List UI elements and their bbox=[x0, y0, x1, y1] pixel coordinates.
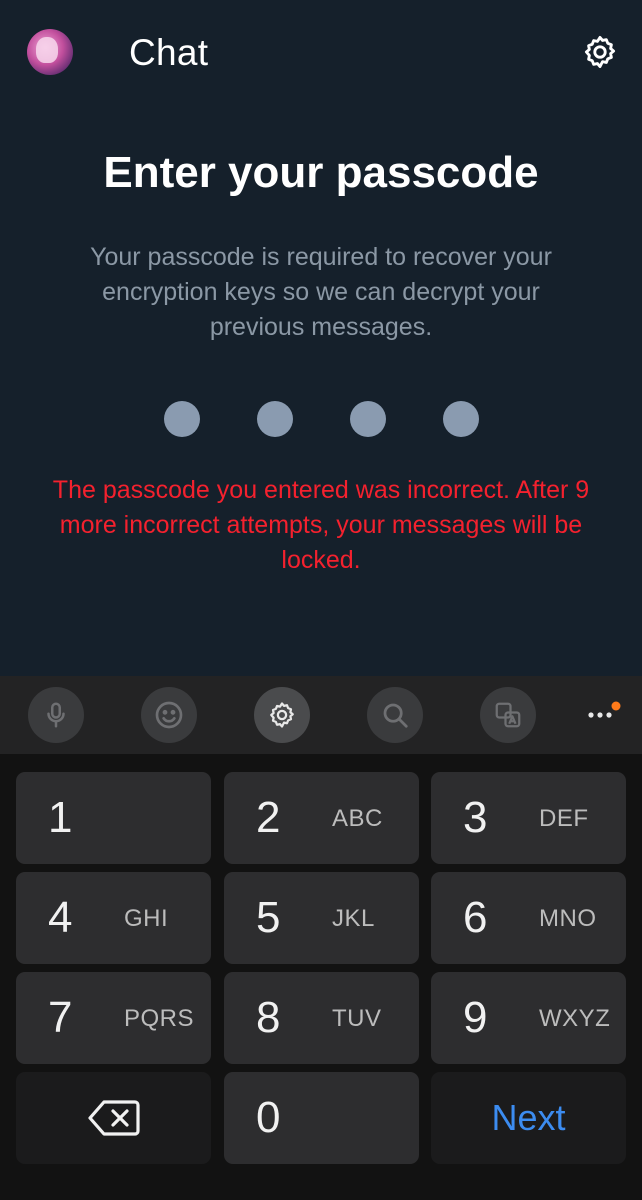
key-5[interactable]: 5 JKL bbox=[224, 872, 419, 964]
profile-avatar[interactable] bbox=[27, 29, 73, 75]
passcode-dot bbox=[350, 401, 386, 437]
search-button[interactable] bbox=[367, 687, 423, 743]
more-icon bbox=[588, 701, 621, 718]
gear-icon bbox=[584, 36, 616, 68]
passcode-dot bbox=[257, 401, 293, 437]
key-letters: MNO bbox=[539, 905, 597, 932]
key-1[interactable]: 1 bbox=[16, 772, 211, 864]
passcode-dot bbox=[443, 401, 479, 437]
keyboard-toolbar bbox=[0, 676, 642, 754]
emoji-icon bbox=[155, 701, 183, 729]
key-digit: 8 bbox=[256, 993, 281, 1042]
key-3[interactable]: 3 DEF bbox=[431, 772, 626, 864]
key-digit: 1 bbox=[48, 793, 73, 842]
header-title: Chat bbox=[129, 32, 209, 73]
key-digit: 5 bbox=[256, 893, 281, 942]
key-0[interactable]: 0 bbox=[224, 1072, 419, 1164]
key-digit: 3 bbox=[463, 793, 488, 842]
key-letters: GHI bbox=[124, 905, 169, 932]
key-digit: 0 bbox=[256, 1093, 281, 1142]
keyboard-settings-button[interactable] bbox=[254, 687, 310, 743]
key-9[interactable]: 9 WXYZ bbox=[431, 972, 626, 1064]
key-digit: 9 bbox=[463, 993, 488, 1042]
voice-input-button[interactable] bbox=[28, 687, 84, 743]
settings-button[interactable] bbox=[578, 30, 622, 74]
key-letters: JKL bbox=[332, 905, 375, 932]
backspace-icon bbox=[87, 1100, 140, 1136]
page-title: Enter your passcode bbox=[103, 148, 539, 197]
emoji-button[interactable] bbox=[141, 687, 197, 743]
more-options-button[interactable] bbox=[584, 700, 624, 730]
key-letters: WXYZ bbox=[539, 1005, 611, 1032]
backspace-key[interactable] bbox=[16, 1072, 211, 1164]
key-letters: TUV bbox=[332, 1005, 382, 1032]
key-2[interactable]: 2 ABC bbox=[224, 772, 419, 864]
key-letters: DEF bbox=[539, 805, 589, 832]
key-letters: PQRS bbox=[124, 1005, 195, 1032]
app-header: Chat bbox=[0, 0, 642, 104]
key-digit: 7 bbox=[48, 993, 73, 1042]
passcode-description: Your passcode is required to recover you… bbox=[90, 243, 552, 341]
key-digit: 2 bbox=[256, 793, 281, 842]
key-digit: 4 bbox=[48, 893, 73, 942]
key-letters: ABC bbox=[332, 805, 383, 832]
key-7[interactable]: 7 PQRS bbox=[16, 972, 211, 1064]
key-digit: 6 bbox=[463, 893, 488, 942]
next-key[interactable]: Next bbox=[431, 1072, 626, 1164]
gear-icon bbox=[270, 702, 294, 728]
translate-icon bbox=[495, 702, 521, 728]
key-8[interactable]: 8 TUV bbox=[224, 972, 419, 1064]
numeric-keypad: 1 2 ABC 3 DEF 4 GHI 5 JKL 6 MNO 7 PQRS 8… bbox=[0, 754, 642, 1200]
passcode-dot bbox=[164, 401, 200, 437]
error-message: The passcode you entered was incorrect. … bbox=[52, 476, 590, 574]
key-6[interactable]: 6 MNO bbox=[431, 872, 626, 964]
search-icon bbox=[383, 703, 408, 728]
translate-button[interactable] bbox=[480, 687, 536, 743]
microphone-icon bbox=[47, 702, 65, 728]
passcode-screen: Chat Enter your passcode Your passcode i… bbox=[0, 0, 642, 676]
key-4[interactable]: 4 GHI bbox=[16, 872, 211, 964]
passcode-dots bbox=[164, 401, 480, 437]
next-label: Next bbox=[491, 1097, 566, 1138]
